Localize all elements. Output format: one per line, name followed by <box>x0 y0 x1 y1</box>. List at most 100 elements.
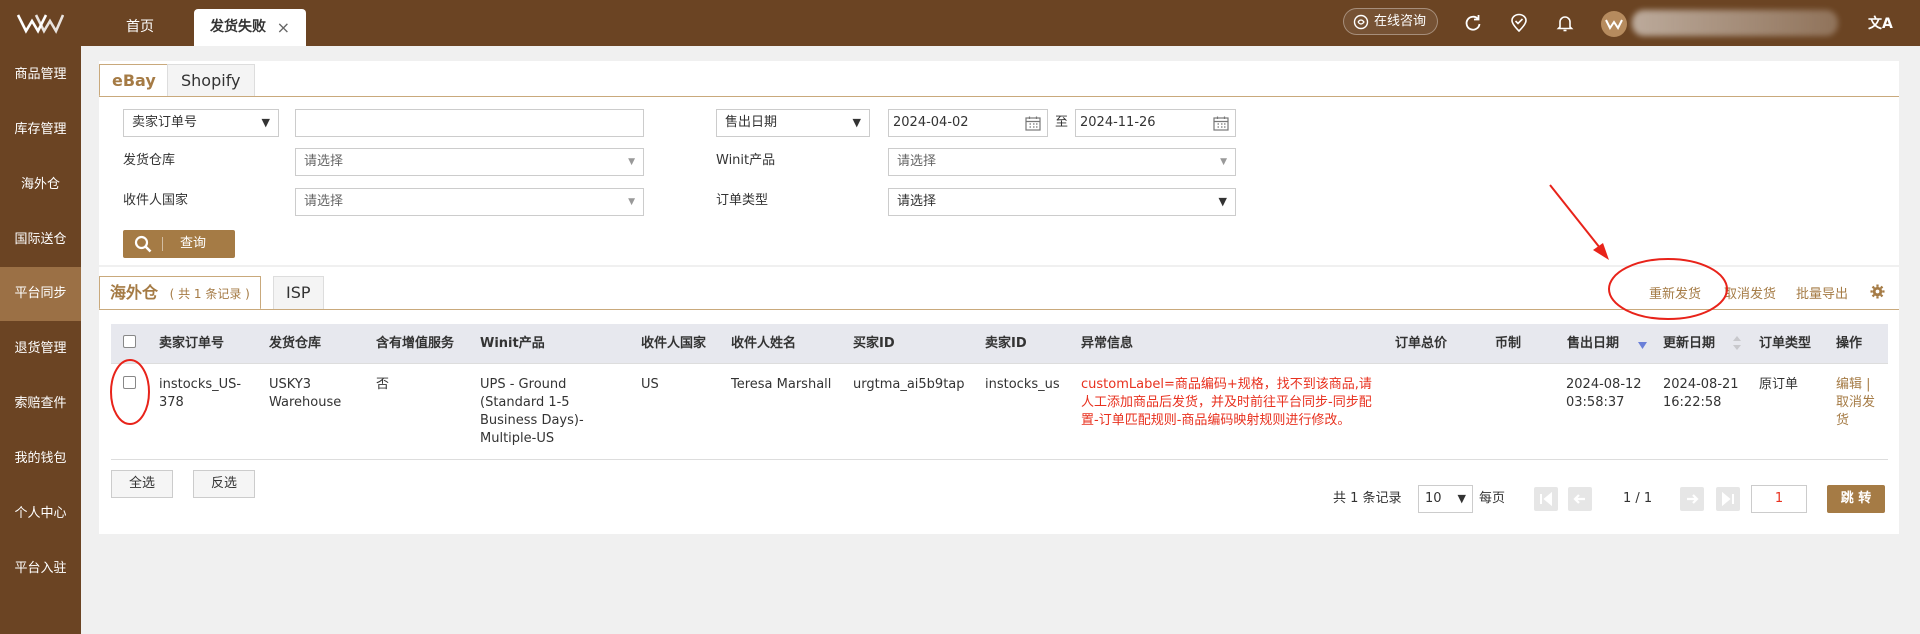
order-field-select[interactable]: 卖家订单号 ▼ <box>123 109 279 137</box>
recipient-country-select[interactable]: 请选择 ▼ <box>295 188 644 216</box>
col-actions: 操作 <box>1836 336 1863 351</box>
tab-home[interactable]: 首页 <box>100 9 180 46</box>
map-pin-icon[interactable] <box>1509 13 1529 33</box>
cell-winit-product: UPS - Ground (Standard 1-5 Business Days… <box>480 377 584 446</box>
tab-ebay[interactable]: eBay <box>99 64 169 97</box>
last-page-button[interactable] <box>1716 487 1740 511</box>
page-number-input[interactable]: 1 <box>1751 485 1807 513</box>
avatar[interactable] <box>1601 11 1627 37</box>
cell-recipient: Teresa Marshall <box>731 377 832 392</box>
sidebar-item-intl-delivery[interactable]: 国际送仓 <box>0 214 81 266</box>
bell-icon[interactable] <box>1555 13 1575 33</box>
logo-icon[interactable] <box>16 12 64 34</box>
sidebar: 商品管理 库存管理 海外仓 国际送仓 平台同步 退货管理 索赔查件 我的钱包 个… <box>0 46 81 634</box>
gear-icon[interactable] <box>1870 284 1885 299</box>
prev-page-button[interactable] <box>1568 487 1592 511</box>
col-order-type[interactable]: 订单类型 <box>1759 324 1811 364</box>
jump-button[interactable]: 跳 转 <box>1827 485 1885 513</box>
recipient-country-label: 收件人国家 <box>123 193 189 208</box>
calendar-icon[interactable] <box>1025 116 1041 131</box>
select-all-button[interactable]: 全选 <box>111 470 173 498</box>
col-updated-date[interactable]: 更新日期 <box>1663 324 1715 364</box>
total-records-text: 共 1 条记录 <box>1333 491 1402 506</box>
sidebar-item-platform-onboarding[interactable]: 平台入驻 <box>0 543 81 595</box>
col-value-added[interactable]: 含有增值服务 <box>376 324 454 364</box>
arrow-left-icon <box>1573 494 1585 504</box>
batch-export-button[interactable]: 批量导出 <box>1796 283 1848 302</box>
sort-icon[interactable] <box>1733 336 1741 350</box>
order-number-input[interactable] <box>295 109 644 137</box>
sidebar-item-inventory[interactable]: 库存管理 <box>0 104 81 156</box>
row-checkbox[interactable] <box>123 376 136 389</box>
col-recipient[interactable]: 收件人姓名 <box>731 324 796 364</box>
select-all-checkbox[interactable] <box>123 335 136 348</box>
chevron-down-icon: ▼ <box>261 116 270 129</box>
cell-seller-id: instocks_us <box>985 377 1060 392</box>
col-winit-product[interactable]: Winit产品 <box>480 324 545 364</box>
cell-buyer-id: urgtma_ai5b9tap <box>853 377 965 392</box>
sidebar-item-platform-sync[interactable]: 平台同步 <box>0 267 81 321</box>
first-page-icon <box>1540 491 1552 507</box>
sidebar-item-returns[interactable]: 退货管理 <box>0 323 81 375</box>
sidebar-item-claims[interactable]: 索赔查件 <box>0 378 81 430</box>
first-page-button[interactable] <box>1534 487 1558 511</box>
col-buyer-id[interactable]: 买家ID <box>853 324 895 364</box>
cell-sold-date: 2024-08-12 03:58:37 <box>1566 377 1642 410</box>
chat-icon <box>1353 14 1369 30</box>
col-country[interactable]: 收件人国家 <box>641 324 706 364</box>
sidebar-item-profile[interactable]: 个人中心 <box>0 488 81 540</box>
warehouse-select[interactable]: 请选择 ▼ <box>295 148 644 176</box>
tab-shopify[interactable]: Shopify <box>167 64 255 97</box>
sidebar-item-wallet[interactable]: 我的钱包 <box>0 433 81 485</box>
chevron-down-icon: ▼ <box>852 116 861 129</box>
col-currency[interactable]: 币制 <box>1495 324 1521 364</box>
col-seller-order[interactable]: 卖家订单号 <box>159 324 224 364</box>
chevron-down-icon: ▼ <box>628 197 635 207</box>
winit-product-select[interactable]: 请选择 ▼ <box>888 148 1236 176</box>
warehouse-placeholder: 请选择 <box>304 154 344 169</box>
username-blurred[interactable] <box>1632 10 1838 36</box>
tab-overseas-warehouse[interactable]: 海外仓 ( 共 1 条记录 ) <box>99 276 261 310</box>
refresh-icon[interactable] <box>1463 13 1483 33</box>
next-page-button[interactable] <box>1680 487 1704 511</box>
tab-shipping-failed[interactable]: 发货失败 × <box>194 9 306 46</box>
date-from-input[interactable]: 2024-04-02 <box>888 109 1048 137</box>
date-type-select[interactable]: 售出日期 ▼ <box>716 109 870 137</box>
sidebar-item-product-management[interactable]: 商品管理 <box>0 49 81 101</box>
cancel-shipping-link[interactable]: 取消发货 <box>1836 395 1875 428</box>
table-header: 卖家订单号 发货仓库 含有增值服务 Winit产品 收件人国家 收件人姓名 买家… <box>111 324 1888 364</box>
resend-button[interactable]: 重新发货 <box>1649 283 1701 302</box>
online-consult-button[interactable]: 在线咨询 <box>1343 8 1438 35</box>
recipient-country-placeholder: 请选择 <box>304 194 344 209</box>
date-range-separator: 至 <box>1055 115 1069 130</box>
sort-desc-icon[interactable] <box>1638 341 1647 350</box>
chevron-down-icon: ▼ <box>1218 195 1227 208</box>
tab-isp[interactable]: ISP <box>273 276 324 310</box>
winit-product-label: Winit产品 <box>716 153 776 168</box>
col-error-info[interactable]: 异常信息 <box>1081 324 1133 364</box>
calendar-icon[interactable] <box>1213 116 1229 131</box>
edit-link[interactable]: 编辑 <box>1836 377 1862 392</box>
col-total-price[interactable]: 订单总价 <box>1395 324 1447 364</box>
query-button[interactable]: 查询 <box>123 230 235 258</box>
order-type-select[interactable]: 请选择 ▼ <box>888 188 1236 216</box>
tab-underline <box>99 96 1899 97</box>
col-seller-id[interactable]: 卖家ID <box>985 324 1027 364</box>
sidebar-item-overseas-warehouse[interactable]: 海外仓 <box>0 159 81 211</box>
tab-label: 发货失败 <box>210 19 266 35</box>
tab-underline <box>99 309 1899 310</box>
warehouse-label: 发货仓库 <box>123 153 176 168</box>
cell-order-type: 原订单 <box>1759 377 1799 392</box>
action-separator: | <box>1866 377 1871 392</box>
col-warehouse[interactable]: 发货仓库 <box>269 324 321 364</box>
invert-selection-button[interactable]: 反选 <box>193 470 255 498</box>
top-bar: 首页 发货失败 × 在线咨询 文A <box>0 0 1920 46</box>
page-size-select[interactable]: 10 ▼ <box>1418 485 1473 513</box>
cancel-shipping-button[interactable]: 取消发货 <box>1724 283 1776 302</box>
cell-error-info: customLabel=商品编码+规格，找不到该商品,请人工添加商品后发货，并及… <box>1081 377 1372 428</box>
date-to-input[interactable]: 2024-11-26 <box>1075 109 1236 137</box>
col-sold-date[interactable]: 售出日期 <box>1567 324 1619 364</box>
close-icon[interactable]: × <box>277 9 290 46</box>
language-icon[interactable]: 文A <box>1868 13 1893 33</box>
consult-label: 在线咨询 <box>1374 14 1427 29</box>
